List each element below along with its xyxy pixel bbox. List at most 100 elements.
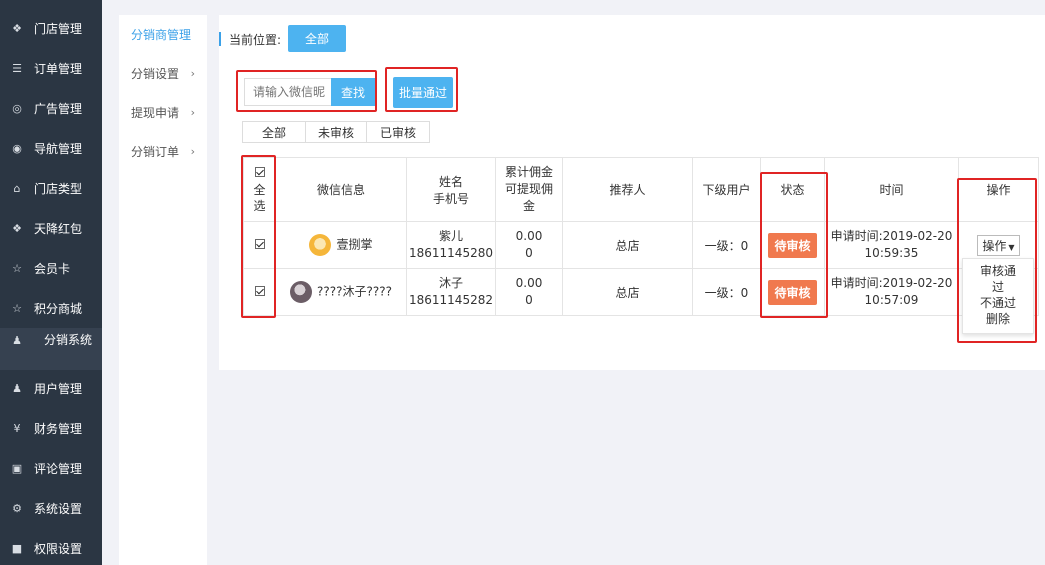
- users-icon: ♟: [12, 334, 22, 347]
- table-row: ????沐子???? 沐子 18611145282 0.00 0 总店 一级：0 待…: [243, 268, 1039, 316]
- highlight-action-column: [957, 178, 1037, 343]
- search-button[interactable]: 查找: [331, 78, 375, 106]
- sidebar-item-label: 系统设置: [34, 501, 83, 516]
- referrer-header: 推荐人: [562, 157, 693, 222]
- sidebar: ❖ 门店管理 ☰ 订单管理 ◎ 广告管理 ◉ 导航管理 ⌂ 门店类型 ❖ 天降红包 ☆ 会员卡…: [0, 0, 102, 565]
- commission-header-line1: 累计佣金: [504, 165, 553, 179]
- total-commission: 0.00: [515, 276, 543, 290]
- phone: 18611145282: [409, 293, 493, 307]
- name-phone-cell: 紫儿 18611145280: [406, 221, 496, 269]
- compass-icon: ◉: [12, 141, 22, 155]
- sidebar-item-label: 权限设置: [34, 541, 83, 556]
- sidebar-item-store-type[interactable]: ⌂ 门店类型: [0, 168, 102, 208]
- submenu-item-label: 分销设置: [131, 67, 180, 81]
- time-cell: 申请时间:2019-02-20 10:59:35: [824, 221, 959, 269]
- bank-icon: ⌂: [13, 181, 21, 195]
- sidebar-item-label: 导航管理: [34, 141, 83, 156]
- subordinates-cell: 一级：0: [692, 268, 761, 316]
- name-header: 姓名: [438, 174, 463, 189]
- sidebar-item-label: 会员卡: [34, 261, 71, 276]
- lock-icon: ■: [11, 541, 23, 555]
- sidebar-item-points-mall[interactable]: ☆ 积分商城: [0, 288, 102, 328]
- list-icon: ☰: [12, 61, 22, 75]
- nickname: 壹捌掌: [336, 237, 373, 252]
- sidebar-item-ad-management[interactable]: ◎ 广告管理: [0, 88, 102, 128]
- sidebar-item-distribution-system[interactable]: ♟ 分销系统: [0, 328, 102, 370]
- sidebar-item-label: 分销系统: [44, 333, 93, 347]
- submenu-item-distribution-orders[interactable]: 分销订单 ›: [119, 132, 207, 171]
- tab-reviewed[interactable]: 已审核: [366, 121, 430, 143]
- sidebar-item-label: 财务管理: [34, 421, 83, 436]
- filter-tabs: 全部 未审核 已审核: [242, 121, 430, 143]
- commission-cell: 0.00 0: [495, 221, 563, 269]
- sidebar-item-label: 订单管理: [34, 61, 83, 76]
- sidebar-item-user-management[interactable]: ♟ 用户管理: [0, 368, 102, 408]
- star-icon: ☆: [12, 301, 22, 315]
- submenu-item-label: 分销商管理: [131, 28, 192, 42]
- table-row: 壹捌掌 紫儿 18611145280 0.00 0 总店 一级：0 待审核 申请时间…: [243, 221, 1039, 269]
- withdrawable-commission: 0: [525, 293, 533, 307]
- breadcrumb-marker: [219, 32, 221, 46]
- chevron-right-icon: ›: [190, 145, 195, 158]
- name-phone-cell: 沐子 18611145282: [406, 268, 496, 316]
- cubes-icon: ❖: [12, 21, 22, 35]
- tab-unreviewed[interactable]: 未审核: [305, 121, 367, 143]
- submenu-item-distributor-management[interactable]: 分销商管理: [119, 15, 207, 54]
- sidebar-item-nav-management[interactable]: ◉ 导航管理: [0, 128, 102, 168]
- wechat-cell: ????沐子????: [275, 268, 407, 316]
- referrer-cell: 总店: [562, 221, 693, 269]
- name: 紫儿: [438, 229, 463, 243]
- tab-all[interactable]: 全部: [242, 121, 306, 143]
- breadcrumb-label: 当前位置:: [229, 32, 282, 47]
- cubes-icon: ❖: [12, 221, 22, 235]
- time-cell: 申请时间:2019-02-20 10:57:09: [824, 268, 959, 316]
- name-phone-header: 姓名 手机号: [406, 157, 496, 222]
- time-header: 时间: [824, 157, 959, 222]
- distributor-table: 全选 微信信息 姓名 手机号 累计佣金 可提现佣 金 推荐人 下级用户 状态 时…: [243, 157, 1039, 316]
- commission-cell: 0.00 0: [495, 268, 563, 316]
- wechat-cell: 壹捌掌: [275, 221, 407, 269]
- breadcrumb-all-button[interactable]: 全部: [288, 25, 346, 52]
- avatar: [309, 234, 332, 256]
- subordinates-cell: 一级：0: [692, 221, 761, 269]
- breadcrumb: 当前位置:: [219, 27, 281, 51]
- commission-header-line2: 可提现佣: [504, 182, 553, 196]
- user-icon: ♟: [12, 381, 22, 395]
- avatar: [290, 281, 313, 303]
- sidebar-item-label: 评论管理: [34, 461, 83, 476]
- chevron-right-icon: ›: [190, 106, 195, 119]
- table-header-row: 全选 微信信息 姓名 手机号 累计佣金 可提现佣 金 推荐人 下级用户 状态 时…: [243, 157, 1039, 222]
- search-input[interactable]: [244, 78, 332, 106]
- sidebar-item-order-management[interactable]: ☰ 订单管理: [0, 48, 102, 88]
- sidebar-item-comment-management[interactable]: ▣ 评论管理: [0, 448, 102, 488]
- money-icon: ▣: [11, 461, 23, 475]
- highlight-select-column: [241, 155, 276, 318]
- sidebar-item-label: 用户管理: [34, 381, 83, 396]
- referrer-cell: 总店: [562, 268, 693, 316]
- commission-header: 累计佣金 可提现佣 金: [495, 157, 563, 222]
- sidebar-item-store-management[interactable]: ❖ 门店管理: [0, 8, 102, 48]
- time-line1: 申请时间:2019-02-20: [830, 276, 953, 290]
- yen-icon: ¥: [13, 421, 21, 435]
- nickname: ????沐子????: [317, 284, 392, 299]
- time-line1: 申请时间:2019-02-20: [830, 229, 953, 243]
- sidebar-item-label: 天降红包: [34, 221, 83, 236]
- withdrawable-commission: 0: [525, 246, 533, 260]
- phone-header: 手机号: [432, 191, 469, 206]
- sidebar-item-red-packet[interactable]: ❖ 天降红包: [0, 208, 102, 248]
- star-icon: ☆: [12, 261, 22, 275]
- total-commission: 0.00: [515, 229, 543, 243]
- submenu-item-label: 提现申请: [131, 106, 180, 120]
- phone: 18611145280: [409, 246, 493, 260]
- submenu-item-withdrawal-requests[interactable]: 提现申请 ›: [119, 93, 207, 132]
- commission-header-line3: 金: [522, 199, 535, 213]
- sidebar-item-system-settings[interactable]: ⚙ 系统设置: [0, 488, 102, 528]
- batch-approve-button[interactable]: 批量通过: [393, 77, 453, 108]
- sidebar-item-permission-settings[interactable]: ■ 权限设置: [0, 528, 102, 565]
- wechat-header: 微信信息: [275, 157, 407, 222]
- sidebar-item-label: 门店管理: [34, 21, 83, 36]
- submenu-item-distribution-settings[interactable]: 分销设置 ›: [119, 54, 207, 93]
- sidebar-item-finance-management[interactable]: ¥ 财务管理: [0, 408, 102, 448]
- submenu: 分销商管理 分销设置 › 提现申请 › 分销订单 ›: [119, 15, 207, 565]
- sidebar-item-member-card[interactable]: ☆ 会员卡: [0, 248, 102, 288]
